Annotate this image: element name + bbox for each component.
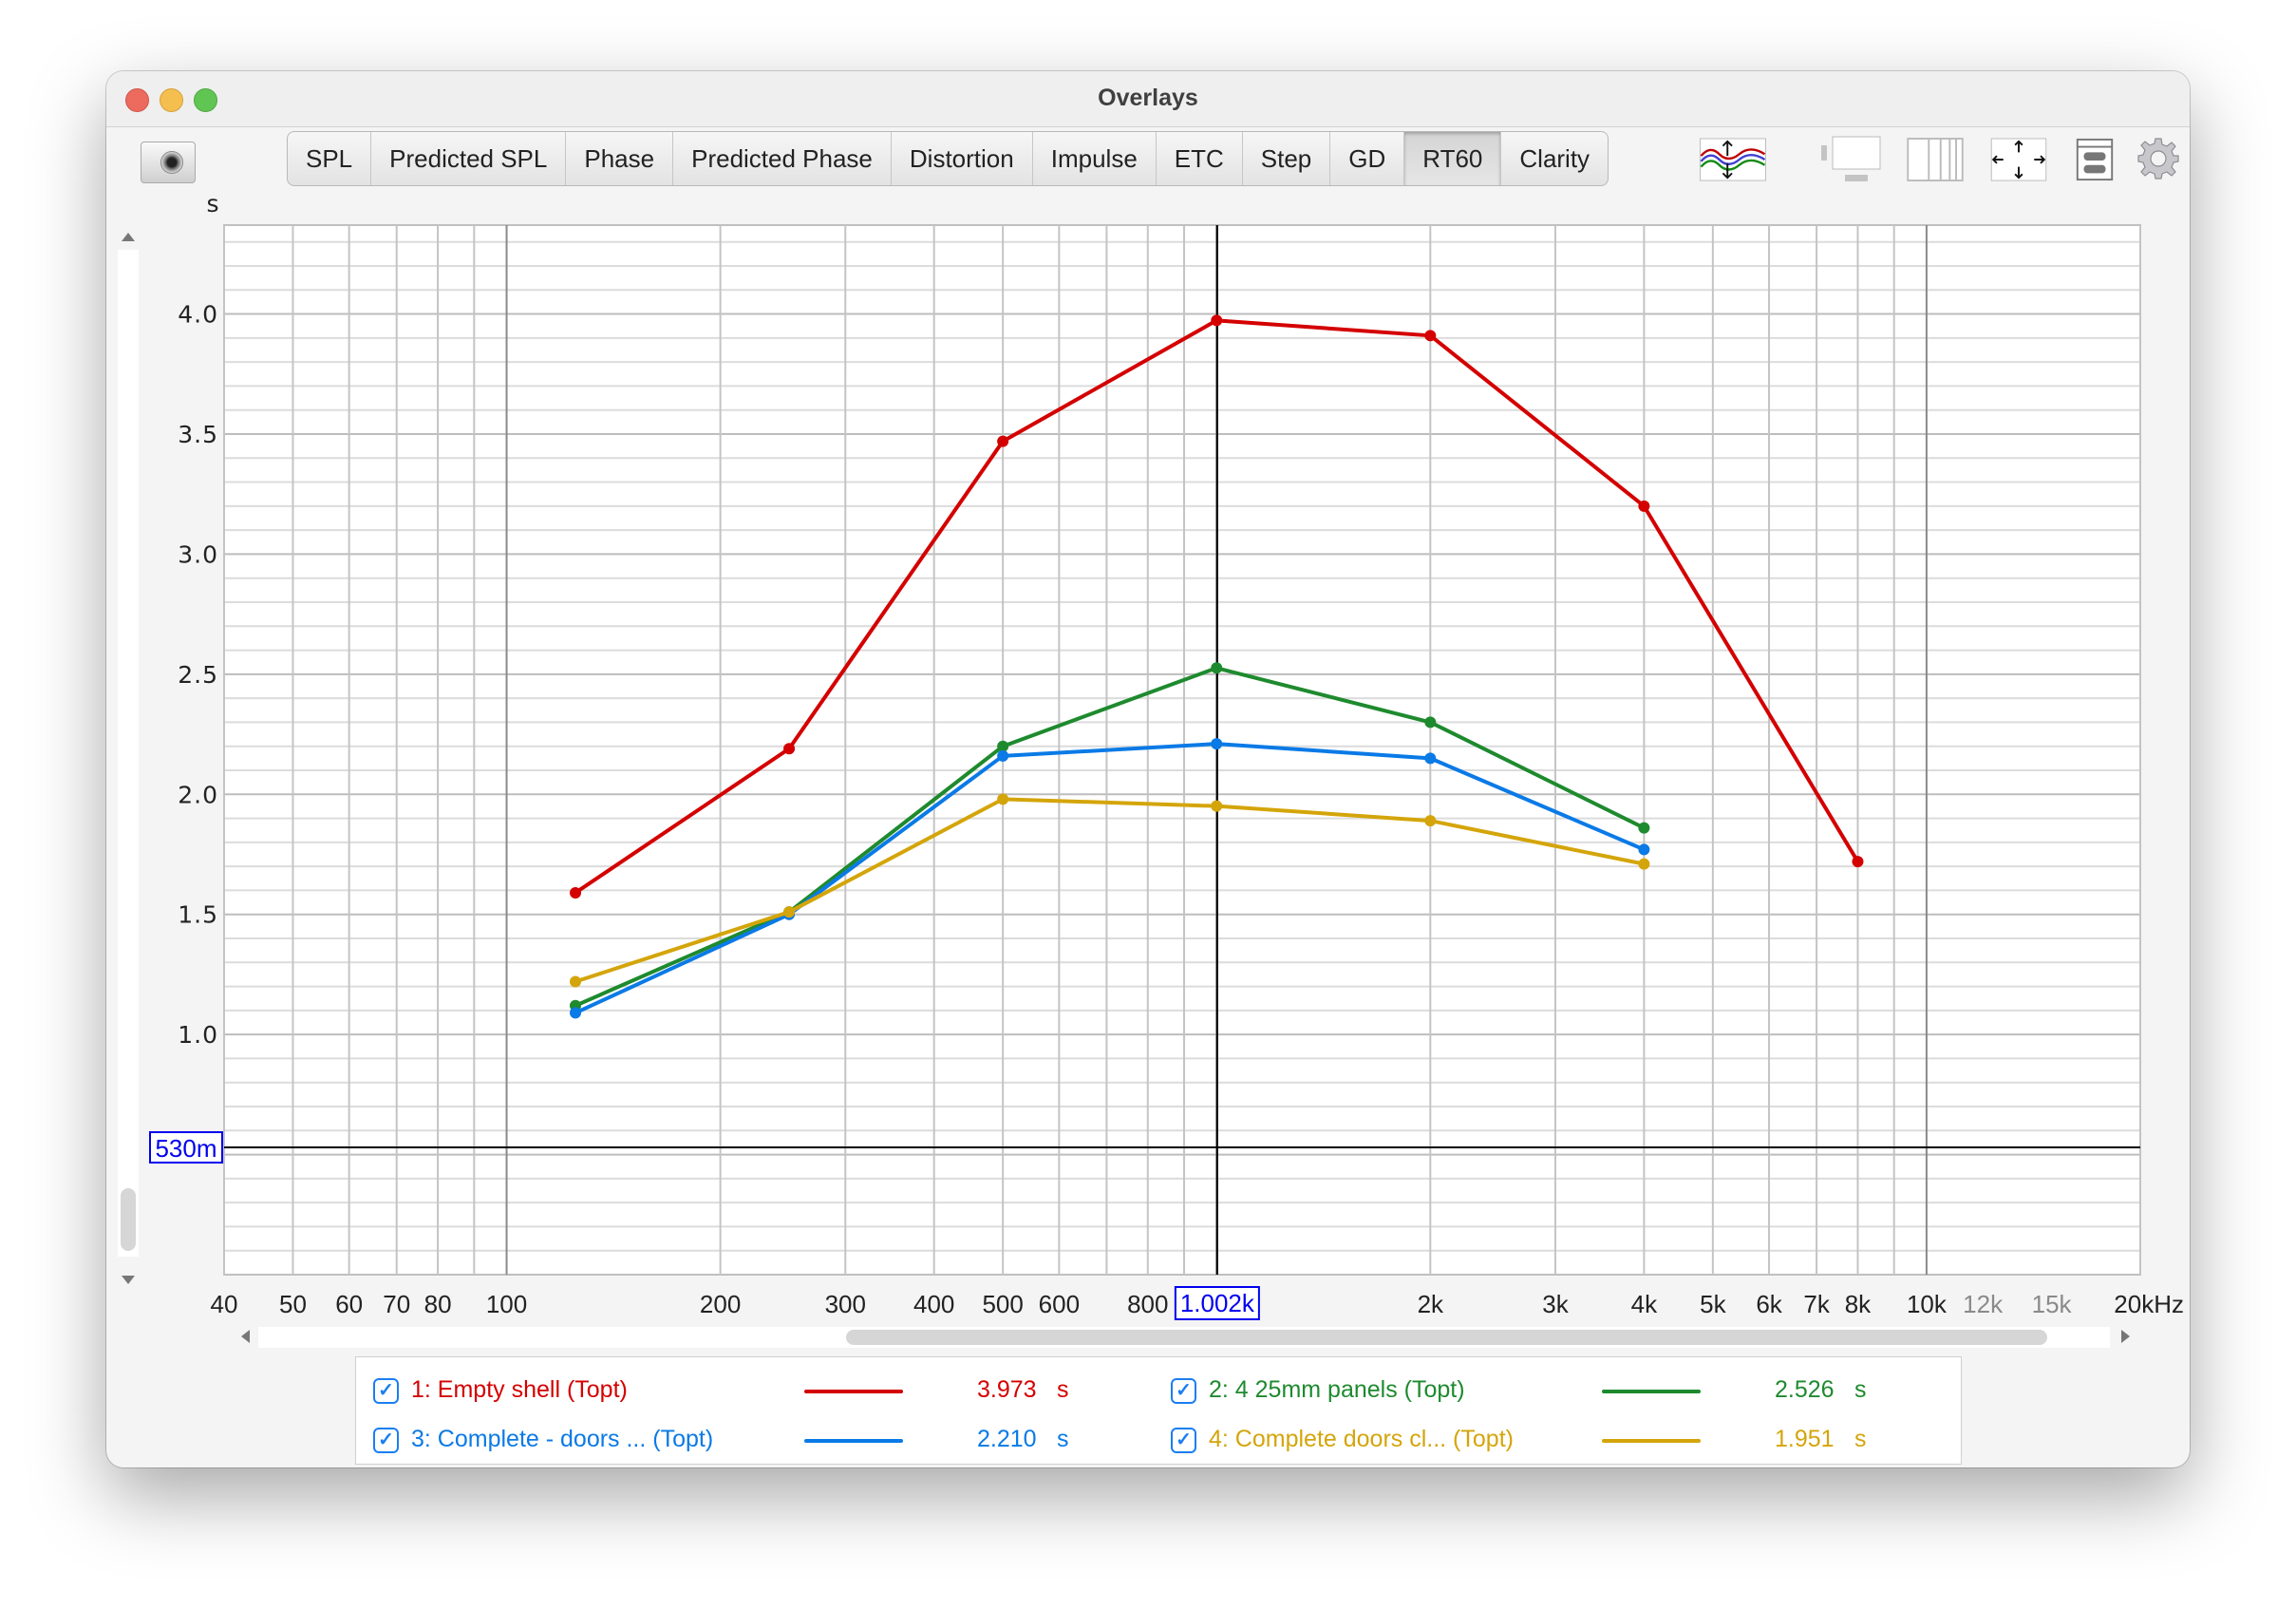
data-point[interactable] bbox=[569, 1007, 581, 1019]
data-point[interactable] bbox=[569, 975, 581, 988]
x-tick-label: 600 bbox=[1039, 1290, 1080, 1318]
legend-checkbox[interactable]: ✓ bbox=[373, 1428, 399, 1453]
legend-label: 1: Empty shell (Topt) bbox=[411, 1376, 628, 1403]
data-point[interactable] bbox=[1638, 843, 1650, 856]
data-point[interactable] bbox=[1852, 856, 1864, 868]
x-tick-label: 20kHz bbox=[2114, 1290, 2184, 1318]
legend-unit: s bbox=[1854, 1426, 1867, 1452]
y-axis-unit-label: s bbox=[206, 190, 218, 218]
legend-label: 2: 4 25mm panels (Topt) bbox=[1209, 1376, 1465, 1403]
legend-label: 3: Complete - doors ... (Topt) bbox=[411, 1426, 714, 1452]
data-point[interactable] bbox=[1424, 752, 1437, 765]
x-tick-label: 5k bbox=[1700, 1290, 1726, 1318]
data-point[interactable] bbox=[1211, 800, 1223, 812]
data-point[interactable] bbox=[997, 749, 1009, 762]
data-point[interactable] bbox=[1638, 822, 1650, 834]
legend-cursor-value: 2.526 bbox=[1775, 1376, 1835, 1403]
x-tick-label: 2k bbox=[1418, 1290, 1444, 1318]
data-point[interactable] bbox=[569, 886, 581, 899]
legend-unit: s bbox=[1854, 1376, 1867, 1403]
scroll-right-arrow-icon[interactable] bbox=[2121, 1330, 2130, 1343]
legend-line-swatch bbox=[1602, 1439, 1701, 1443]
horizontal-scrollbar[interactable] bbox=[235, 1327, 2135, 1348]
x-tick-label: 500 bbox=[982, 1290, 1023, 1318]
legend-unit: s bbox=[1057, 1426, 1069, 1452]
overlays-window: Overlays SPL Predicted SPL Phase Predicted … bbox=[106, 71, 2190, 1467]
legend-checkbox[interactable]: ✓ bbox=[1171, 1378, 1196, 1404]
data-point[interactable] bbox=[1424, 815, 1437, 827]
y-tick-label: 1.5 bbox=[178, 901, 218, 929]
x-tick-label: 800 bbox=[1127, 1290, 1168, 1318]
y-tick-label: 4.0 bbox=[178, 301, 218, 329]
x-tick-label: 70 bbox=[383, 1290, 410, 1318]
legend-panel: ✓ 1: Empty shell (Topt) 3.973 s ✓ 2: 4 25mm p… bbox=[355, 1356, 1962, 1465]
data-point[interactable] bbox=[1211, 738, 1223, 750]
legend-line-swatch bbox=[804, 1390, 903, 1393]
legend-cursor-value: 1.951 bbox=[1775, 1426, 1835, 1452]
cursor-x-readout: 1.002k bbox=[1180, 1289, 1255, 1317]
data-point[interactable] bbox=[1638, 500, 1650, 512]
x-tick-label: 50 bbox=[279, 1290, 307, 1318]
rt60-chart[interactable]: 1.0 1.5 2.0 2.5 3.0 3.5 4.0 s 40 50 60 70 80 100 200 30… bbox=[106, 71, 2190, 1325]
x-tick-label: 12k bbox=[1963, 1290, 2004, 1318]
x-tick-label: 3k bbox=[1542, 1290, 1569, 1318]
legend-unit: s bbox=[1057, 1376, 1069, 1403]
legend-line-swatch bbox=[804, 1439, 903, 1443]
x-tick-label: 4k bbox=[1631, 1290, 1658, 1318]
x-tick-label: 7k bbox=[1803, 1290, 1830, 1318]
y-tick-label: 1.0 bbox=[178, 1021, 218, 1049]
data-point[interactable] bbox=[783, 743, 796, 755]
legend-line-swatch bbox=[1602, 1390, 1701, 1393]
legend-item: ✓ 3: Complete - doors ... (Topt) 2.210 s bbox=[373, 1420, 1133, 1458]
legend-checkbox[interactable]: ✓ bbox=[1171, 1428, 1196, 1453]
x-tick-label: 40 bbox=[211, 1290, 238, 1318]
cursor-y-readout: 530m bbox=[155, 1134, 216, 1163]
legend-item: ✓ 2: 4 25mm panels (Topt) 2.526 s bbox=[1171, 1371, 1930, 1409]
data-point[interactable] bbox=[1424, 330, 1437, 342]
horizontal-scroll-thumb[interactable] bbox=[846, 1330, 2047, 1345]
x-tick-label: 80 bbox=[424, 1290, 452, 1318]
x-tick-label: 300 bbox=[825, 1290, 866, 1318]
plot-area[interactable] bbox=[223, 224, 2141, 1276]
data-point[interactable] bbox=[1211, 314, 1223, 327]
data-point[interactable] bbox=[997, 793, 1009, 805]
x-tick-label: 8k bbox=[1845, 1290, 1872, 1318]
y-tick-label: 3.5 bbox=[178, 421, 218, 448]
x-tick-label: 10k bbox=[1907, 1290, 1948, 1318]
legend-item: ✓ 1: Empty shell (Topt) 3.973 s bbox=[373, 1371, 1133, 1409]
x-tick-label: 200 bbox=[700, 1290, 741, 1318]
data-point[interactable] bbox=[1638, 858, 1650, 870]
y-tick-label: 2.0 bbox=[178, 781, 218, 808]
data-point[interactable] bbox=[1424, 716, 1437, 729]
scroll-left-arrow-icon[interactable] bbox=[241, 1330, 250, 1343]
x-tick-label: 100 bbox=[486, 1290, 527, 1318]
x-tick-label: 60 bbox=[335, 1290, 363, 1318]
legend-item: ✓ 4: Complete doors cl... (Topt) 1.951 s bbox=[1171, 1420, 1930, 1458]
x-tick-label: 15k bbox=[2032, 1290, 2073, 1318]
y-tick-label: 3.0 bbox=[178, 540, 218, 568]
x-tick-label: 400 bbox=[913, 1290, 954, 1318]
legend-cursor-value: 3.973 bbox=[977, 1376, 1037, 1403]
legend-checkbox[interactable]: ✓ bbox=[373, 1378, 399, 1404]
data-point[interactable] bbox=[1211, 662, 1223, 674]
data-point[interactable] bbox=[783, 906, 796, 918]
legend-label: 4: Complete doors cl... (Topt) bbox=[1209, 1426, 1514, 1452]
y-tick-label: 2.5 bbox=[178, 661, 218, 689]
legend-cursor-value: 2.210 bbox=[977, 1426, 1037, 1452]
x-tick-label: 6k bbox=[1756, 1290, 1782, 1318]
data-point[interactable] bbox=[997, 435, 1009, 447]
